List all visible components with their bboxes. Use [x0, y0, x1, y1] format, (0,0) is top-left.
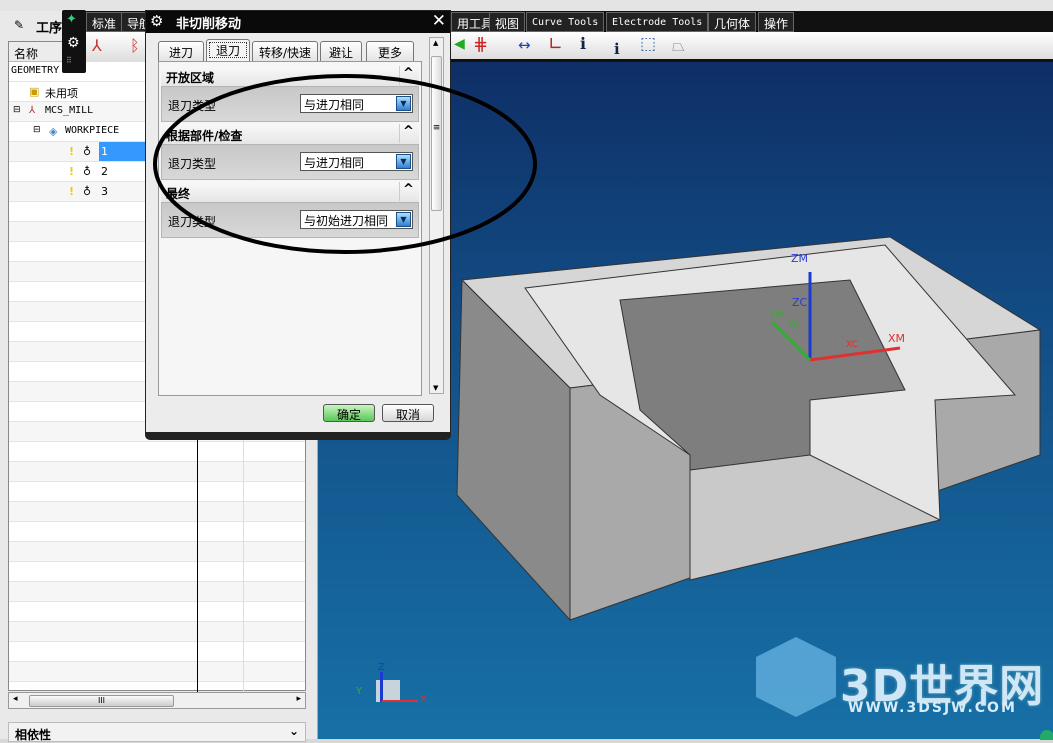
dropdown-arrow-icon[interactable]: ▼	[396, 154, 411, 169]
ym-label: YM	[770, 310, 784, 320]
scroll-thumb[interactable]: III	[29, 695, 174, 707]
tab-electrode-tools[interactable]: Electrode Tools	[606, 12, 709, 32]
grip-icon[interactable]: ⠿	[66, 56, 72, 65]
gear-icon[interactable]: ⚙	[150, 12, 163, 30]
info-object-icon[interactable]: ℹ	[580, 34, 586, 53]
empty-row	[9, 442, 305, 462]
navigator-title: 工序	[36, 21, 63, 36]
tab-geometry[interactable]: 几何体	[708, 12, 757, 32]
empty-row	[9, 462, 305, 482]
empty-row	[9, 682, 305, 690]
yc-label: YC	[788, 320, 800, 330]
app-logo-icon[interactable]: ✦	[66, 12, 77, 27]
ribbon-tabs-left: 标准 导航	[86, 11, 158, 32]
collapse-icon[interactable]: ⊟	[33, 125, 41, 135]
tool-icon[interactable]: ᛒ	[130, 36, 140, 55]
scroll-thumb[interactable]: ≡	[431, 56, 442, 211]
empty-row	[9, 602, 305, 622]
empty-row	[9, 562, 305, 582]
tab-standard[interactable]: 标准	[86, 12, 123, 32]
tab-transfer[interactable]: 转移/快速	[252, 41, 318, 61]
section-open-area[interactable]: 开放区域 ^	[161, 66, 419, 86]
navigator-icon: ✎	[14, 18, 25, 32]
tab-more[interactable]: 更多	[366, 41, 414, 61]
retract-type-select[interactable]: 与进刀相同 ▼	[300, 94, 413, 113]
tab-curve-tools[interactable]: Curve Tools	[526, 12, 605, 32]
csys-icon: ⅄	[29, 105, 36, 116]
status-icon: !	[69, 145, 75, 158]
view-triad: Z X Y	[356, 662, 427, 705]
xm-label: XM	[888, 332, 906, 345]
empty-row	[9, 482, 305, 502]
toolbar-left: ⅄ ᛒ	[86, 32, 146, 62]
dialog-title-bar[interactable]: ⚙ 非切削移动 ✕	[146, 11, 450, 33]
zc-label: ZC	[792, 296, 808, 309]
collapse-icon[interactable]: ^	[399, 182, 417, 201]
empty-row	[9, 502, 305, 522]
collapse-icon[interactable]: ^	[399, 66, 417, 85]
xc-label: XC	[846, 340, 858, 350]
status-icon: !	[69, 165, 75, 178]
info-body-icon[interactable]: ⬚	[640, 34, 656, 54]
tool-icon: ♁	[83, 165, 92, 178]
cancel-button[interactable]: 取消	[382, 404, 434, 422]
empty-row	[9, 662, 305, 682]
line-icon[interactable]: ⋕	[473, 34, 488, 55]
workpiece-icon: ◈	[49, 125, 58, 138]
watermark-url: WWW.3DSJW.COM	[848, 700, 1017, 716]
status-icon: !	[69, 185, 75, 198]
csys-icon[interactable]: ⅄	[92, 36, 102, 55]
dialog-scrollbar[interactable]: ▲ ≡ ▼	[429, 37, 444, 394]
arrow-left-icon[interactable]: ◀	[454, 36, 465, 52]
tab-view[interactable]: 视图	[489, 12, 526, 32]
gear-icon[interactable]: ⚙	[67, 35, 80, 51]
tool-palette: ✦ ⚙ ⠿	[62, 10, 86, 73]
zm-label: ZM	[791, 252, 809, 265]
empty-row	[9, 582, 305, 602]
info-point-icon[interactable]: ℹ	[614, 40, 620, 58]
collapse-icon[interactable]: ^	[399, 124, 417, 143]
folder-icon: ▣	[29, 85, 40, 98]
empty-row	[9, 642, 305, 662]
retract-type-select[interactable]: 与初始进刀相同 ▼	[300, 210, 413, 229]
section-body: 退刀类型 与初始进刀相同 ▼	[161, 202, 419, 238]
close-button[interactable]: ✕	[432, 11, 446, 31]
scroll-up-icon[interactable]: ▲	[433, 39, 438, 47]
section-body: 退刀类型 与进刀相同 ▼	[161, 144, 419, 180]
tab-retract[interactable]: 退刀	[206, 39, 250, 61]
scroll-down-icon[interactable]: ▼	[433, 384, 438, 392]
tool-icon: ♁	[83, 185, 92, 198]
dropdown-arrow-icon[interactable]: ▼	[396, 212, 411, 227]
measure-distance-icon[interactable]: ↔	[518, 36, 531, 54]
non-cutting-moves-dialog: ⚙ 非切削移动 ✕ 进刀 退刀 转移/快速 避让 更多 开放区域 ^ 退刀类型 与进…	[145, 10, 451, 440]
section-part-check[interactable]: 根据部件/检查 ^	[161, 124, 419, 144]
dropdown-arrow-icon[interactable]: ▼	[396, 96, 411, 111]
surface-icon[interactable]: ⏢	[672, 36, 685, 56]
dialog-title: 非切削移动	[176, 17, 242, 32]
chevron-down-icon[interactable]: ⌄	[289, 724, 299, 738]
measure-angle-icon[interactable]: ∟	[548, 34, 563, 55]
section-body: 退刀类型 与进刀相同 ▼	[161, 86, 419, 122]
ok-button[interactable]: 确定	[323, 404, 375, 422]
tab-operation[interactable]: 操作	[758, 12, 795, 32]
empty-row	[9, 622, 305, 642]
dialog-content: 开放区域 ^ 退刀类型 与进刀相同 ▼ 根据部件/检查 ^ 退刀类型 与进刀相同 ▼ 最终 ^…	[158, 61, 422, 396]
tab-engage[interactable]: 进刀	[158, 41, 204, 61]
dependency-panel[interactable]: 相依性 ⌄	[8, 722, 306, 742]
tool-icon: ♁	[83, 145, 92, 158]
horizontal-scrollbar[interactable]: ◂ III ▸	[8, 692, 306, 709]
empty-row	[9, 522, 305, 542]
collapse-icon[interactable]: ⊟	[13, 105, 21, 115]
retract-type-select[interactable]: 与进刀相同 ▼	[300, 152, 413, 171]
section-final[interactable]: 最终 ^	[161, 182, 419, 202]
scroll-left-icon[interactable]: ◂	[13, 694, 18, 704]
tab-avoidance[interactable]: 避让	[320, 41, 362, 61]
empty-row	[9, 542, 305, 562]
scroll-right-icon[interactable]: ▸	[296, 694, 301, 704]
